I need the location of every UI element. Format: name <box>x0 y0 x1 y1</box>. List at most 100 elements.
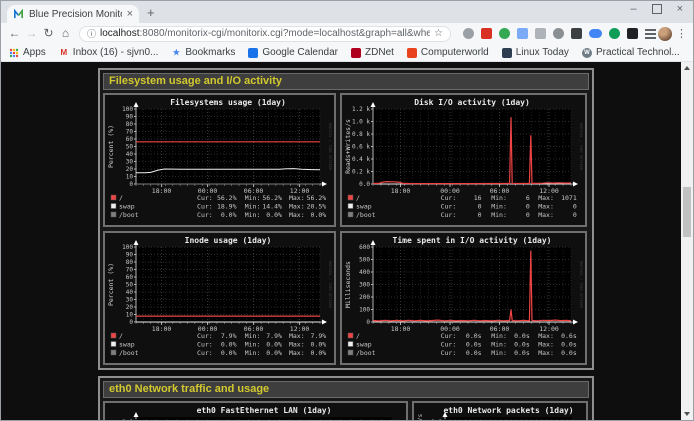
svg-text:50: 50 <box>126 282 134 289</box>
eye-extension-icon[interactable] <box>553 28 564 39</box>
chart-filesystems-usage[interactable]: Filesystems usage (1day)0102030405060708… <box>103 93 336 227</box>
svg-text:Max:: Max: <box>538 349 554 357</box>
svg-text:18:00: 18:00 <box>152 187 172 195</box>
svg-text:200: 200 <box>359 294 370 301</box>
globe-extension-icon[interactable] <box>499 28 510 39</box>
maximize-button[interactable] <box>652 4 662 14</box>
svg-text:RRDTOOL / TOBI OETIKER: RRDTOOL / TOBI OETIKER <box>328 123 332 171</box>
tab-title: Blue Precision Monitorix <box>29 9 122 20</box>
chart-time-spent-io[interactable]: Time spent in I/O activity (1day)0100200… <box>340 231 587 365</box>
bookmark-item[interactable]: WPractical Technol... <box>582 47 680 58</box>
minimize-button[interactable]: – <box>630 3 636 15</box>
svg-text:40: 40 <box>126 289 134 296</box>
close-button[interactable]: × <box>677 3 683 15</box>
chrome-menu-icon[interactable]: ⋮ <box>676 27 687 40</box>
svg-text:0.0%: 0.0% <box>221 349 237 357</box>
svg-text:0.6 k: 0.6 k <box>352 144 370 151</box>
bookmark-item[interactable]: Apps <box>9 47 46 58</box>
section-filesystem-title: Filesystem usage and I/O activity <box>103 73 589 90</box>
svg-text:60: 60 <box>126 136 134 143</box>
svg-text:Milliseconds: Milliseconds <box>344 261 352 308</box>
svg-text:0: 0 <box>129 181 133 188</box>
page-info-icon[interactable]: ⓘ <box>87 27 96 40</box>
svg-text:Cur:: Cur: <box>441 332 457 340</box>
magnifier-extension-icon[interactable] <box>463 28 474 39</box>
bookmark-item[interactable]: Computerworld <box>407 47 489 58</box>
svg-text:0.0s: 0.0s <box>514 341 530 349</box>
svg-text:Cur:: Cur: <box>197 211 213 219</box>
oval-extension-icon[interactable] <box>589 29 602 38</box>
green-extension-icon[interactable] <box>609 28 620 39</box>
apps-grid-icon <box>9 48 19 58</box>
svg-text:70: 70 <box>126 129 134 136</box>
browser-window: { "browser": { "tab": { "title": "Blue P… <box>0 0 694 421</box>
svg-text:Max:: Max: <box>289 194 305 202</box>
forward-button[interactable]: → <box>24 25 39 42</box>
dark-extension-icon[interactable] <box>571 28 582 39</box>
back-button[interactable]: ← <box>7 25 22 42</box>
svg-text:80: 80 <box>126 121 134 128</box>
gmail-extension-icon[interactable] <box>481 28 492 39</box>
svg-text:Cur:: Cur: <box>197 194 213 202</box>
chart-inode-usage[interactable]: Inode usage (1day)0102030405060708090100… <box>103 231 336 365</box>
bookmark-item[interactable]: Google Calendar <box>248 47 338 58</box>
scrollbar-up-arrow[interactable] <box>681 62 693 74</box>
home-button[interactable]: ⌂ <box>58 25 73 42</box>
bookmark-star-icon[interactable]: ☆ <box>434 28 443 39</box>
bookmark-item[interactable]: ZDNet <box>351 47 394 58</box>
svg-text:1.0: 1.0 <box>431 419 442 420</box>
scrollbar[interactable] <box>681 62 693 420</box>
svg-text:600: 600 <box>359 244 370 251</box>
svg-text:20: 20 <box>126 304 134 311</box>
svg-text:0.0%: 0.0% <box>266 349 282 357</box>
svg-text:Min:: Min: <box>491 203 507 211</box>
svg-text:eth0 FastEthernet LAN (1day): eth0 FastEthernet LAN (1day) <box>197 406 332 415</box>
chart-row: Filesystems usage (1day)0102030405060708… <box>103 93 589 227</box>
svg-text:Min:: Min: <box>491 332 507 340</box>
chart-svg: eth0 FastEthernet LAN (1day)1.00.9 <box>106 404 405 420</box>
section-filesystem: Filesystem usage and I/O activity Filesy… <box>98 68 594 370</box>
svg-text:20.5%: 20.5% <box>307 203 327 211</box>
chart-body: eth0 Network packets (1day)1.0Packets/s <box>417 406 574 420</box>
chart-svg: Inode usage (1day)0102030405060708090100… <box>106 234 333 362</box>
section-network-title: eth0 Network traffic and usage <box>103 381 589 398</box>
tab-close-icon[interactable]: × <box>127 9 133 20</box>
svg-text:60: 60 <box>126 274 134 281</box>
svg-text:/: / <box>119 332 123 340</box>
tune-extension-icon[interactable] <box>645 29 656 39</box>
chart-svg: Filesystems usage (1day)0102030405060708… <box>106 96 333 224</box>
reload-button[interactable]: ↻ <box>41 25 56 42</box>
svg-text:1071: 1071 <box>561 194 577 202</box>
address-bar[interactable]: ⓘ localhost:8080/monitorix-cgi/monitorix… <box>79 26 451 42</box>
svg-text:0.4 k: 0.4 k <box>352 156 370 163</box>
profile-avatar[interactable] <box>658 27 672 41</box>
svg-text:7.9%: 7.9% <box>311 332 327 340</box>
scrollbar-down-arrow[interactable] <box>681 408 693 420</box>
chart-svg: Time spent in I/O activity (1day)0100200… <box>343 234 584 362</box>
svg-text:Packets/s: Packets/s <box>417 413 424 420</box>
chart-eth0-traffic[interactable]: eth0 FastEthernet LAN (1day)1.00.9 <box>103 401 408 420</box>
svg-text:Cur:: Cur: <box>441 349 457 357</box>
gray-extension-icon[interactable] <box>535 28 546 39</box>
browser-tab[interactable]: Blue Precision Monitorix × <box>7 5 139 23</box>
bookmark-label: Apps <box>23 47 46 58</box>
url-host: localhost <box>100 28 139 39</box>
bookmark-item[interactable]: Linux Today <box>502 47 569 58</box>
window-controls: – × <box>630 3 683 15</box>
bookmark-item[interactable]: ★Bookmarks <box>171 47 235 58</box>
svg-text:0.0s: 0.0s <box>466 349 482 357</box>
svg-text:Min:: Min: <box>245 194 261 202</box>
bookmark-item[interactable]: MInbox (16) - sjvn0... <box>59 47 159 58</box>
pages-extension-icon[interactable] <box>517 28 528 39</box>
svg-text:18:00: 18:00 <box>391 187 411 195</box>
svg-text:RRDTOOL / TOBI OETIKER: RRDTOOL / TOBI OETIKER <box>328 261 332 309</box>
scrollbar-thumb[interactable] <box>683 187 691 237</box>
chart-disk-io-activity[interactable]: Disk I/O activity (1day)0.00.2 k0.4 k0.6… <box>340 93 587 227</box>
svg-text:Inode usage (1day): Inode usage (1day) <box>185 236 272 245</box>
svg-text:0.0%: 0.0% <box>266 211 282 219</box>
svg-text:0.0%: 0.0% <box>311 349 327 357</box>
pin-extension-icon[interactable] <box>627 28 638 39</box>
svg-text:16: 16 <box>474 194 482 202</box>
new-tab-button[interactable]: + <box>147 5 155 21</box>
chart-eth0-packets[interactable]: eth0 Network packets (1day)1.0Packets/s <box>412 401 588 420</box>
